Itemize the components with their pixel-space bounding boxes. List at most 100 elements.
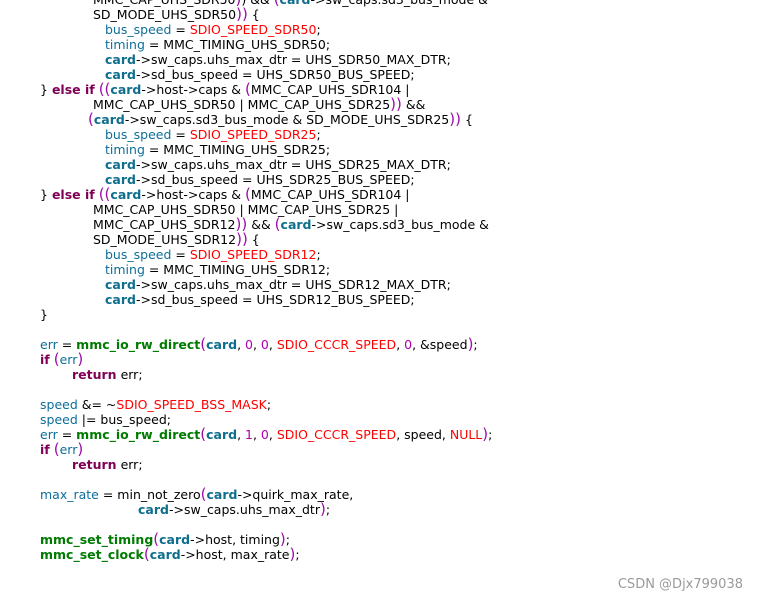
code-line: bus_speed = SDIO_SPEED_SDR12;: [0, 247, 757, 262]
code-token-num: 0: [260, 337, 269, 352]
code-token-str: NULL: [449, 427, 483, 442]
code-token-str: SDIO_CCCR_SPEED: [276, 427, 397, 442]
code-line: card->sw_caps.uhs_max_dtr);: [0, 502, 757, 518]
code-line: bus_speed = SDIO_SPEED_SDR50;: [0, 22, 757, 37]
code-line: SD_MODE_UHS_SDR50)) {: [0, 5, 757, 23]
code-token-plain: }: [40, 187, 52, 202]
code-line: if (err): [0, 440, 757, 458]
code-token-plain: |= bus_speed;: [77, 412, 171, 427]
code-line: card->sw_caps.uhs_max_dtr = UHS_SDR25_MA…: [0, 157, 757, 172]
code-line: MMC_CAP_UHS_SDR50 | MMC_CAP_UHS_SDR25)) …: [0, 95, 757, 113]
code-line: if (err): [0, 352, 757, 368]
code-token-plain: &= ~: [77, 397, 117, 412]
code-token-paren: )): [236, 5, 248, 23]
code-token-plain: err;: [116, 457, 143, 472]
code-token-plain: ->host, max_rate: [180, 547, 290, 562]
code-token-kw: else if: [51, 187, 95, 202]
code-token-id: bus_speed: [105, 127, 172, 142]
code-line: MMC_CAP_UHS_SDR50)) && (card->sw_caps.sd…: [0, 0, 757, 7]
code-token-kw: return: [72, 457, 117, 472]
code-token-cardb: card: [206, 337, 238, 352]
code-token-num: 0: [260, 427, 269, 442]
code-token-plain: =: [171, 22, 190, 37]
code-token-plain: &&: [401, 97, 426, 112]
code-token-cardb: card: [206, 487, 238, 502]
code-token-plain: ->host->caps &: [141, 82, 246, 97]
code-token-fn: mmc_set_timing: [40, 532, 154, 547]
code-token-plain: ;: [325, 502, 331, 517]
code-token-plain: ->sd_bus_speed = UHS_SDR12_BUS_SPEED;: [135, 292, 415, 307]
code-token-id: err: [59, 442, 78, 457]
code-token-plain: = MMC_TIMING_UHS_SDR12;: [144, 262, 331, 277]
code-token-plain: ;: [473, 337, 478, 352]
code-token-kw: if: [40, 352, 50, 367]
code-token-plain: ,: [268, 427, 277, 442]
code-token-plain: =: [171, 127, 190, 142]
code-token-plain: }: [40, 82, 52, 97]
code-line: card->sd_bus_speed = UHS_SDR12_BUS_SPEED…: [0, 292, 757, 307]
code-token-cardb: card: [105, 292, 136, 307]
code-token-id: speed: [40, 397, 78, 412]
code-token-num: 0: [245, 337, 253, 352]
code-token-cardb: card: [105, 157, 136, 172]
code-line: timing = MMC_TIMING_UHS_SDR12;: [0, 262, 757, 277]
code-token-fn: mmc_io_rw_direct: [76, 337, 201, 352]
code-token-plain: MMC_CAP_UHS_SDR12: [93, 217, 236, 232]
code-line: err = mmc_io_rw_direct(card, 1, 0, SDIO_…: [0, 427, 757, 443]
code-token-plain: ->sw_caps.uhs_max_dtr = UHS_SDR50_MAX_DT…: [135, 52, 451, 67]
code-token-paren: )): [236, 230, 248, 248]
code-token-plain: err;: [116, 367, 143, 382]
code-token-str: SDIO_CCCR_SPEED: [276, 337, 397, 352]
code-token-plain: SD_MODE_UHS_SDR50: [93, 7, 237, 22]
code-token-plain: ->sw_caps.uhs_max_dtr: [168, 502, 320, 517]
code-token-plain: SD_MODE_UHS_SDR12: [93, 232, 237, 247]
code-token-plain: = min_not_zero: [98, 487, 201, 502]
code-token-plain: {: [460, 112, 473, 127]
code-line: MMC_CAP_UHS_SDR12)) && (card->sw_caps.sd…: [0, 217, 757, 233]
code-token-plain: MMC_CAP_UHS_SDR104 |: [250, 187, 410, 202]
code-line: }: [0, 307, 757, 322]
code-token-plain: ,: [252, 337, 261, 352]
code-token-cardb: card: [93, 112, 125, 127]
code-line: card->sd_bus_speed = UHS_SDR50_BUS_SPEED…: [0, 67, 757, 82]
code-line: timing = MMC_TIMING_UHS_SDR50;: [0, 37, 757, 52]
code-token-plain: {: [247, 7, 260, 22]
code-token-plain: =: [57, 337, 77, 352]
code-token-paren: ): [77, 440, 84, 458]
code-token-id: bus_speed: [105, 22, 172, 37]
code-token-plain: {: [247, 232, 260, 247]
code-line: timing = MMC_TIMING_UHS_SDR25;: [0, 142, 757, 157]
code-token-cardb: card: [105, 277, 136, 292]
code-view: MMC_CAP_UHS_SDR50)) && (card->sw_caps.sd…: [0, 0, 757, 562]
code-token-kw: if: [40, 442, 50, 457]
code-token-paren: ((: [98, 185, 111, 203]
code-token-cardb: card: [110, 82, 142, 97]
code-token-kw: return: [72, 367, 117, 382]
code-line: return err;: [0, 367, 757, 382]
code-token-plain: ->sw_caps.uhs_max_dtr = UHS_SDR25_MAX_DT…: [135, 157, 451, 172]
code-line: speed &= ~SDIO_SPEED_BSS_MASK;: [0, 397, 757, 412]
code-token-id: timing: [105, 142, 145, 157]
code-token-plain: ;: [316, 127, 321, 142]
code-token-fn: mmc_set_clock: [40, 547, 144, 562]
code-token-plain: ;: [316, 247, 321, 262]
code-token-id: timing: [105, 262, 145, 277]
code-token-plain: , speed,: [396, 427, 450, 442]
code-token-plain: &&: [247, 217, 275, 232]
code-token-plain: MMC_CAP_UHS_SDR50: [93, 0, 236, 7]
code-token-cardb: card: [138, 502, 169, 517]
code-token-plain: ->sw_caps.sd3_bus_mode &: [311, 217, 489, 232]
code-line: mmc_set_clock(card->host, max_rate);: [0, 547, 757, 563]
watermark-text: CSDN @Djx799038: [617, 577, 743, 592]
code-token-plain: ,: [268, 337, 277, 352]
code-line: SD_MODE_UHS_SDR12)) {: [0, 230, 757, 248]
code-token-num: 1: [245, 427, 253, 442]
code-token-cardb: card: [206, 427, 238, 442]
code-token-id: timing: [105, 37, 145, 52]
code-token-num: 0: [404, 337, 413, 352]
code-token-paren: )): [390, 95, 402, 113]
code-token-plain: ;: [488, 427, 493, 442]
